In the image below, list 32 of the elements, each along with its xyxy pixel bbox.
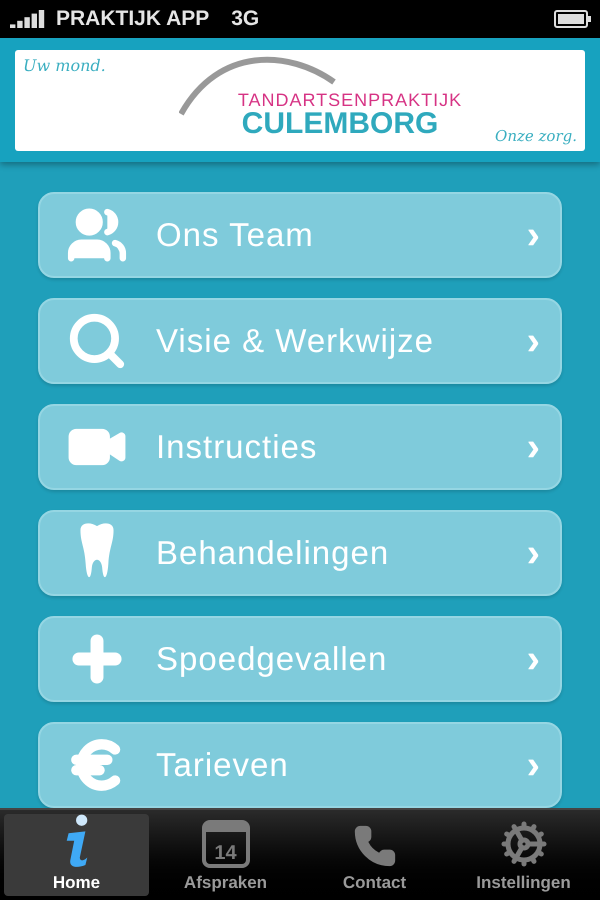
- menu-label: Spoedgevallen: [156, 639, 388, 680]
- menu-item[interactable]: Visie & Werkwijze ›: [38, 298, 562, 384]
- menu-item[interactable]: Tarieven ›: [38, 722, 562, 808]
- battery-icon: [554, 10, 592, 28]
- menu-item[interactable]: Instructies ›: [38, 404, 562, 490]
- slogan: Onze zorg.: [495, 126, 577, 146]
- menu-label: Instructies: [156, 427, 318, 468]
- tab[interactable]: Home: [4, 814, 149, 896]
- chevron-icon: ›: [526, 427, 540, 467]
- gears-icon: [500, 820, 548, 868]
- calendar-day: 14: [214, 842, 237, 862]
- tab[interactable]: Contact: [302, 814, 447, 896]
- chevron-icon: ›: [526, 215, 540, 255]
- network-type: 3G: [231, 6, 260, 32]
- tab[interactable]: 14 Afspraken: [153, 814, 298, 896]
- menu-item[interactable]: Spoedgevallen ›: [38, 616, 562, 702]
- chevron-icon: ›: [526, 639, 540, 679]
- carrier-name: PRAKTIJK APP: [56, 6, 210, 32]
- menu-label: Behandelingen: [156, 533, 390, 574]
- menu-label: Ons Team: [156, 215, 315, 256]
- tab[interactable]: Instellingen: [451, 814, 596, 896]
- logo-title: CULEMBORG: [242, 109, 438, 139]
- menu-label: Tarieven: [156, 745, 290, 786]
- phone-icon: [352, 824, 396, 868]
- chevron-icon: ›: [526, 533, 540, 573]
- menu-item[interactable]: Behandelingen ›: [38, 510, 562, 596]
- menu-item[interactable]: Ons Team ›: [38, 192, 562, 278]
- slogan: Uw mond.: [23, 56, 106, 75]
- chevron-icon: ›: [526, 321, 540, 361]
- chevron-icon: ›: [526, 745, 540, 785]
- menu-label: Visie & Werkwijze: [156, 321, 436, 362]
- logo-subtitle: TANDARTSENPRAKTIJK: [238, 91, 462, 109]
